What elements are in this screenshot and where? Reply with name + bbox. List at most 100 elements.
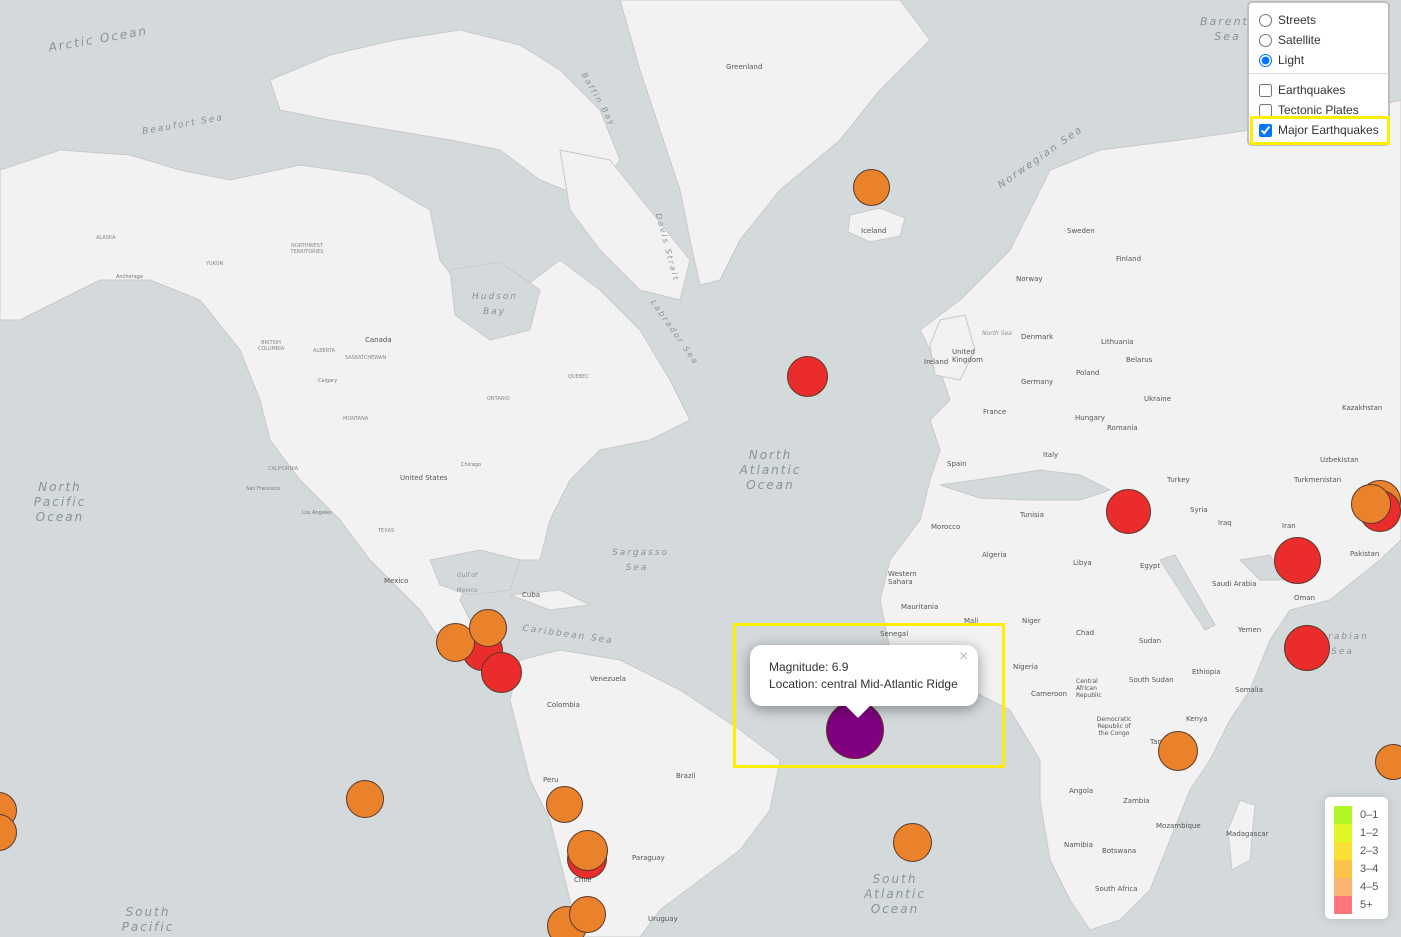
label-niger: Niger: [1022, 617, 1041, 625]
label-ethiopia: Ethiopia: [1192, 668, 1221, 676]
label-italy: Italy: [1043, 451, 1059, 459]
earthquake-marker[interactable]: [1351, 484, 1391, 524]
legend-swatch: [1334, 860, 1352, 878]
label-uruguay: Uruguay: [648, 915, 678, 923]
label-ontario: Ontario: [487, 396, 510, 402]
label-north-atlantic-ocean: North Atlantic Ocean: [739, 448, 802, 492]
earthquake-marker[interactable]: [1274, 537, 1321, 584]
label-morocco: Morocco: [931, 523, 961, 531]
layer-divider: [1249, 73, 1388, 74]
streets-radio[interactable]: [1259, 13, 1272, 27]
label-venezuela: Venezuela: [590, 675, 626, 683]
earthquake-marker[interactable]: [787, 356, 828, 397]
label-north-pacific-ocean: North Pacific Ocean: [33, 480, 87, 524]
label-texas: Texas: [378, 528, 395, 534]
overlay-option-tectonic-plates[interactable]: Tectonic Plates: [1259, 102, 1359, 118]
earthquakes-checkbox[interactable]: [1259, 83, 1272, 97]
legend-label: 3–4: [1360, 863, 1379, 875]
popup-magnitude: Magnitude: 6.9: [769, 660, 849, 674]
layer-option-streets[interactable]: Streets: [1259, 12, 1316, 28]
label-south-pacific: South Pacific: [121, 905, 175, 934]
major-earthquakes-checkbox[interactable]: [1259, 123, 1272, 137]
label-pakistan: Pakistan: [1350, 550, 1380, 558]
label-denmark: Denmark: [1021, 333, 1054, 341]
legend-swatch: [1334, 842, 1352, 860]
label-belarus: Belarus: [1126, 356, 1153, 364]
label-norway: Norway: [1016, 275, 1043, 283]
label-mexico: Mexico: [384, 577, 409, 585]
label-north-sea: North Sea: [982, 330, 1012, 337]
label-anchorage: Anchorage: [116, 274, 143, 280]
label-montana: Montana: [343, 416, 369, 422]
label-nigeria: Nigeria: [1013, 663, 1039, 671]
label-calgary: Calgary: [318, 378, 338, 384]
label-mauritania: Mauritania: [901, 603, 939, 611]
label-iceland: Iceland: [861, 227, 887, 235]
label-paraguay: Paraguay: [632, 854, 665, 862]
label-kazakhstan: Kazakhstan: [1342, 404, 1383, 412]
label-finland: Finland: [1116, 255, 1142, 263]
label-brazil: Brazil: [676, 772, 696, 780]
label-san-francisco: San Francisco: [246, 486, 281, 492]
label-sargasso-sea: Sargasso Sea: [612, 548, 670, 573]
earthquake-marker[interactable]: [1284, 625, 1330, 671]
overlay-option-earthquakes[interactable]: Earthquakes: [1259, 82, 1345, 98]
label-quebec: Quebec: [568, 374, 589, 380]
legend-swatch: [1334, 878, 1352, 896]
label-greenland: Greenland: [726, 63, 763, 71]
layer-option-light[interactable]: Light: [1259, 52, 1304, 68]
label-chad: Chad: [1076, 629, 1095, 637]
label-senegal: Senegal: [880, 630, 909, 638]
legend-item: 5+: [1334, 896, 1373, 914]
label-egypt: Egypt: [1140, 562, 1161, 570]
label-drc: Democratic Republic of the Congo: [1096, 716, 1132, 737]
satellite-radio[interactable]: [1259, 33, 1272, 47]
close-icon[interactable]: ×: [959, 648, 968, 666]
label-colombia: Colombia: [547, 701, 580, 709]
label-united-states: United States: [400, 474, 448, 482]
earthquakes-label: Earthquakes: [1278, 83, 1346, 97]
label-ukraine: Ukraine: [1144, 395, 1172, 403]
legend-label: 4–5: [1360, 881, 1379, 893]
legend-label: 0–1: [1360, 809, 1379, 821]
earthquake-marker[interactable]: [853, 169, 890, 206]
label-car: Central African Republic: [1076, 678, 1102, 699]
tectonic-plates-checkbox[interactable]: [1259, 103, 1272, 117]
label-syria: Syria: [1190, 506, 1208, 514]
earthquake-marker[interactable]: [469, 609, 507, 647]
label-namibia: Namibia: [1064, 841, 1093, 849]
earthquake-marker[interactable]: [1158, 731, 1198, 771]
label-algeria: Algeria: [982, 551, 1007, 559]
label-sweden: Sweden: [1067, 227, 1095, 235]
map-canvas[interactable]: Arctic Ocean Beaufort Sea Baffin Bay Dav…: [0, 0, 1401, 937]
layer-option-satellite[interactable]: Satellite: [1259, 32, 1321, 48]
label-south-sudan: South Sudan: [1129, 676, 1174, 684]
light-label: Light: [1278, 53, 1305, 67]
legend-item: 3–4: [1334, 860, 1378, 878]
earthquake-marker[interactable]: [1106, 489, 1151, 534]
earthquake-marker[interactable]: [567, 830, 608, 871]
label-alberta: Alberta: [313, 348, 335, 354]
light-radio[interactable]: [1259, 53, 1272, 67]
label-turkmenistan: Turkmenistan: [1294, 476, 1342, 484]
legend-item: 4–5: [1334, 878, 1378, 896]
label-hudson-bay: Hudson Bay: [472, 292, 519, 317]
label-saudi-arabia: Saudi Arabia: [1212, 580, 1257, 588]
earthquake-popup: Magnitude: 6.9 Location: central Mid-Atl…: [750, 645, 978, 718]
satellite-label: Satellite: [1278, 33, 1321, 47]
label-zambia: Zambia: [1123, 797, 1150, 805]
legend-swatch: [1334, 896, 1352, 914]
earthquake-marker[interactable]: [481, 652, 522, 693]
label-south-atlantic-ocean: South Atlantic Ocean: [864, 872, 926, 916]
earthquake-marker[interactable]: [546, 786, 583, 823]
earthquake-marker[interactable]: [346, 780, 384, 818]
label-iraq: Iraq: [1218, 519, 1232, 527]
legend-item: 2–3: [1334, 842, 1378, 860]
label-cuba: Cuba: [522, 591, 541, 599]
earthquake-marker[interactable]: [569, 896, 606, 933]
label-cameroon: Cameroon: [1031, 690, 1068, 698]
label-turkey: Turkey: [1167, 476, 1190, 484]
earthquake-marker[interactable]: [893, 823, 932, 862]
overlay-option-major-earthquakes[interactable]: Major Earthquakes: [1259, 122, 1379, 138]
label-sudan: Sudan: [1139, 637, 1162, 645]
